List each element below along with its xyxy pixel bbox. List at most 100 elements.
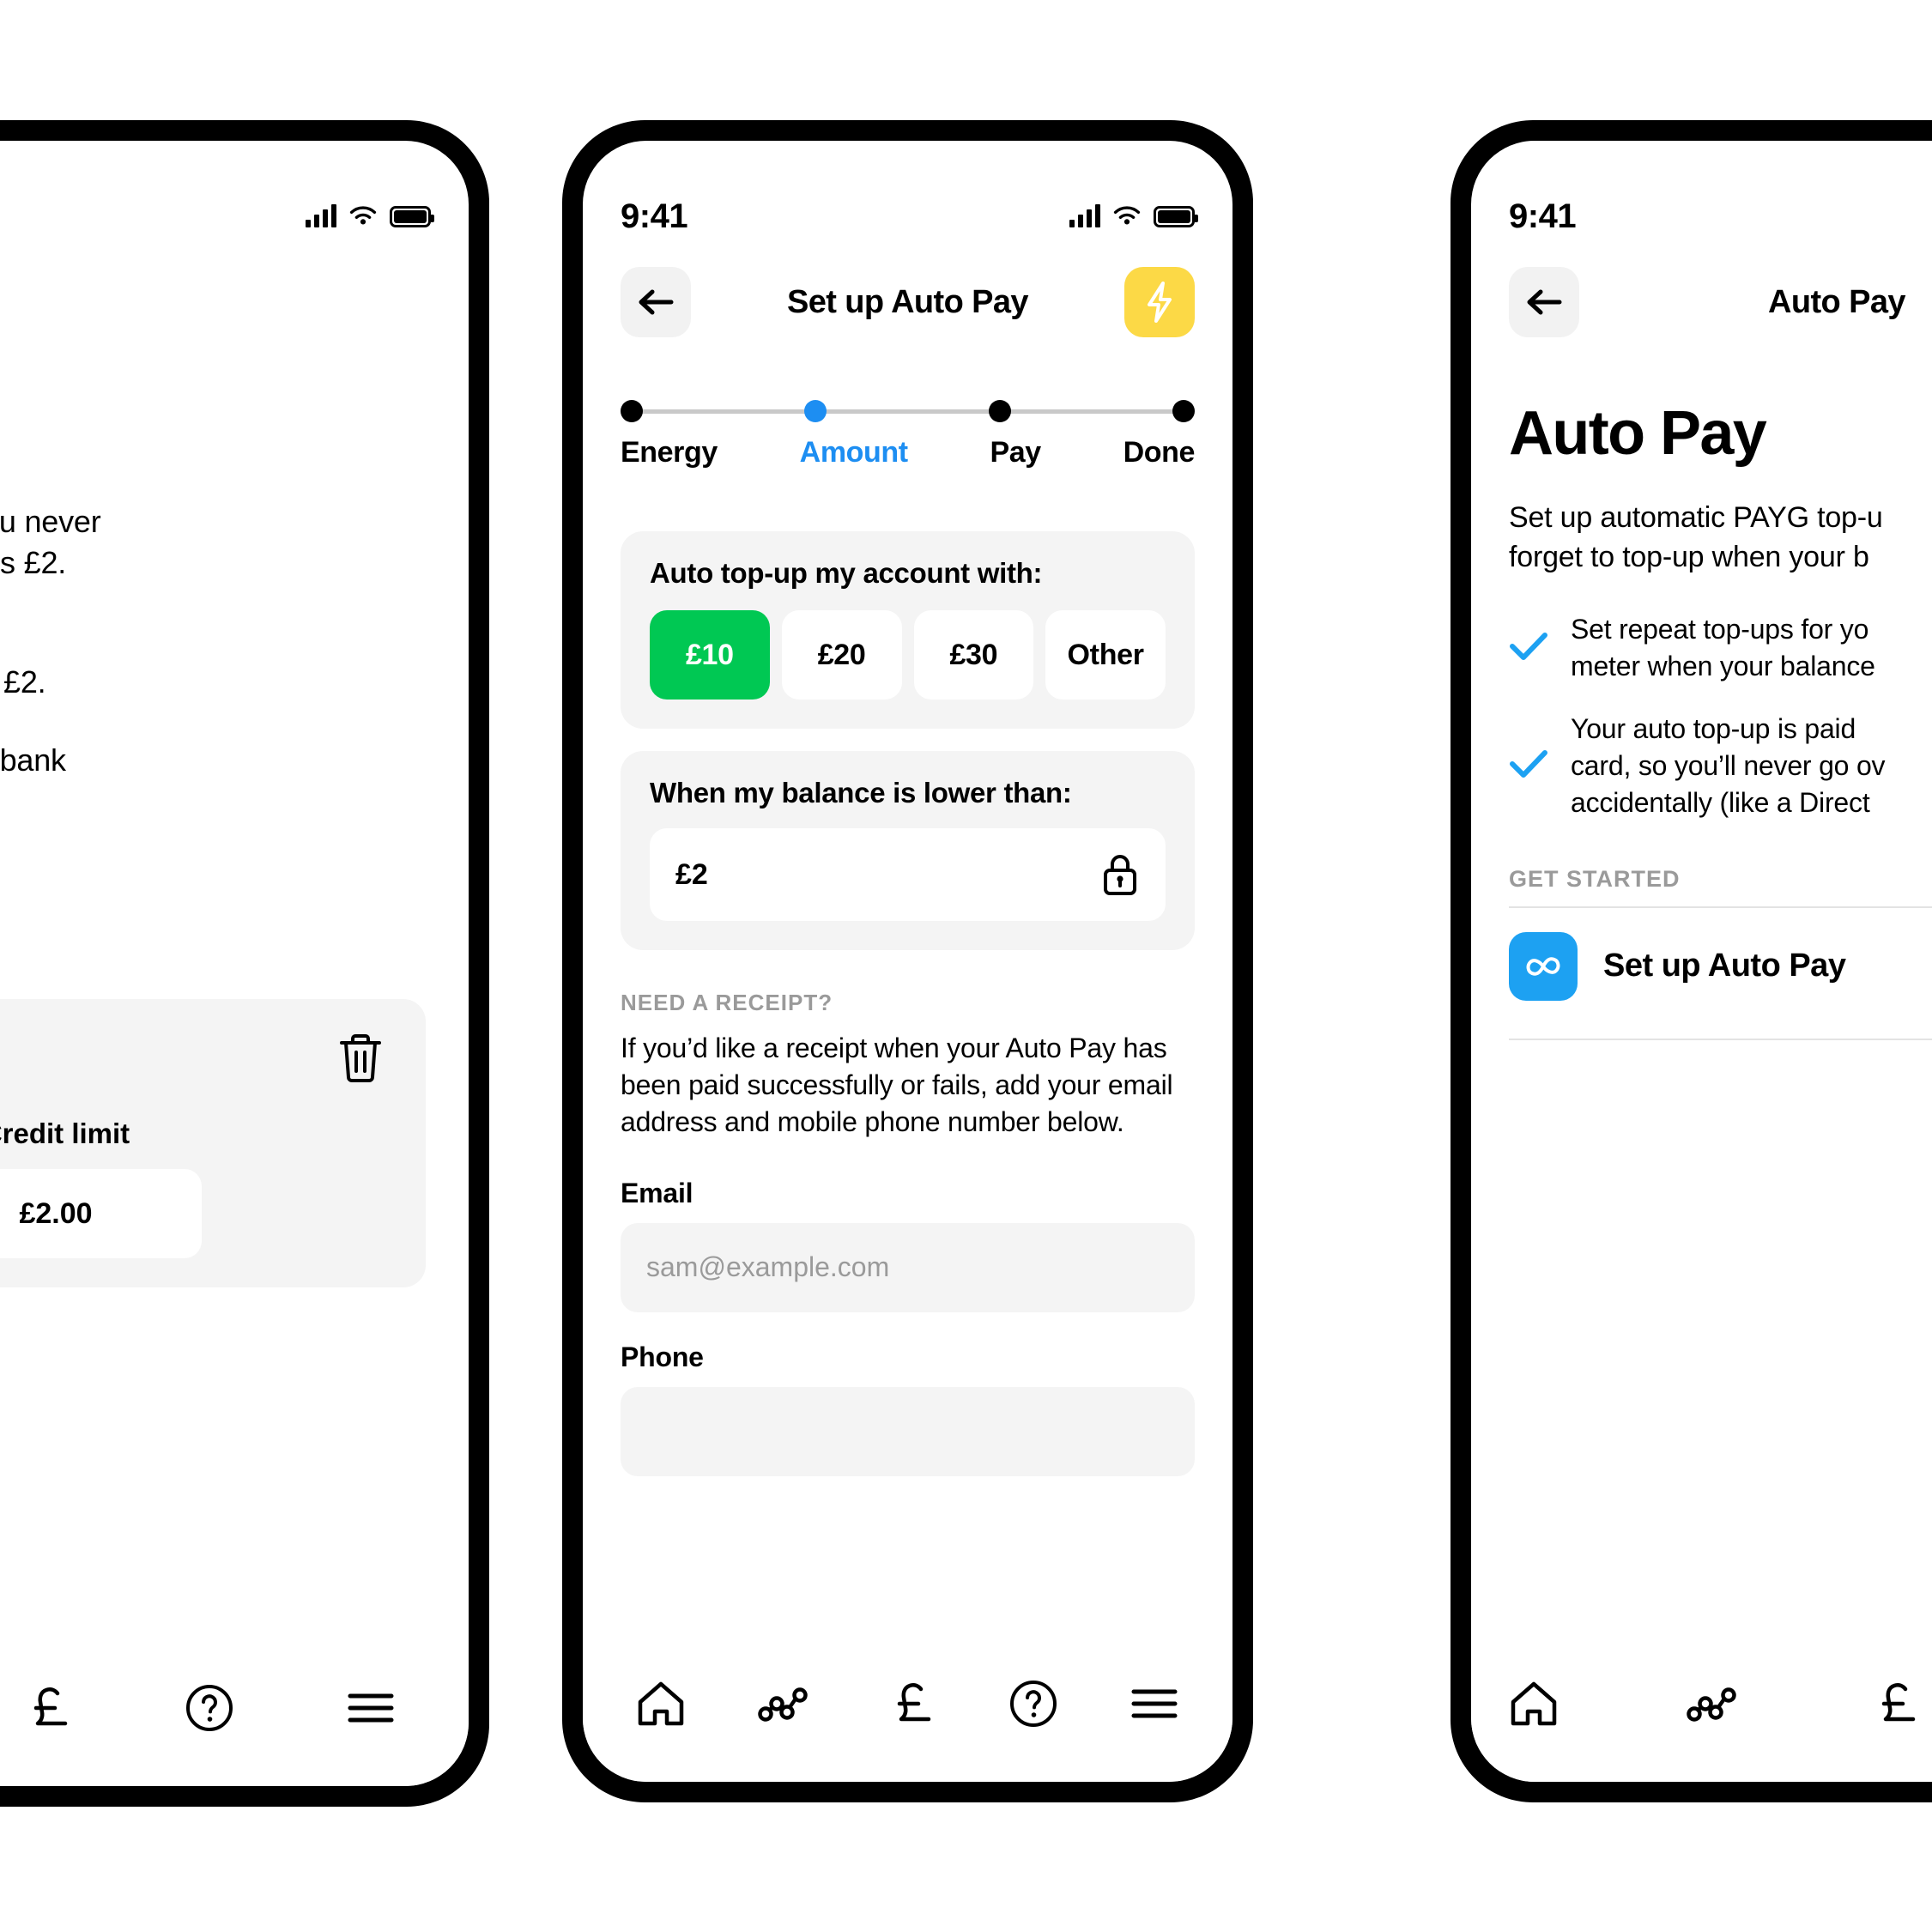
sidebar-item-payments[interactable] <box>1873 1679 1921 1733</box>
benefit-list: Set repeat top-ups for yo meter when you… <box>1509 611 1932 821</box>
phone-screen-middle: 9:41 Set up Auto Pay Energy Amount Pay D… <box>583 141 1232 1782</box>
intro-line: c PAYG top-ups so you never <box>0 504 101 539</box>
progress-stepper: Energy Amount Pay Done <box>621 398 1195 469</box>
check-icon <box>1509 748 1548 784</box>
balance-threshold-title: When my balance is lower than: <box>650 777 1072 809</box>
balance-threshold-value: £2 <box>675 857 708 891</box>
stepper-label-done[interactable]: Done <box>1123 436 1196 469</box>
quick-action-button[interactable] <box>1124 267 1195 337</box>
phone-screen-right: 9:41 Auto Pay Auto Pay Set up automatic … <box>1471 141 1932 1782</box>
sidebar-item-usage[interactable] <box>757 1683 817 1729</box>
amount-option-30[interactable]: £30 <box>913 610 1034 700</box>
nav-header-middle: Set up Auto Pay <box>583 251 1232 354</box>
amount-options: £10 £20 £30 Other <box>650 610 1166 700</box>
sidebar-item-menu[interactable] <box>346 1689 396 1731</box>
credit-limit-label: Credit limit <box>0 1117 130 1149</box>
battery-icon <box>1154 205 1198 227</box>
phone-mockup-middle: 9:41 Set up Auto Pay Energy Amount Pay D… <box>562 120 1253 1802</box>
sidebar-item-help[interactable] <box>1008 1679 1058 1733</box>
delete-button[interactable] <box>326 1023 395 1092</box>
stepper-dot-done[interactable] <box>1172 400 1195 422</box>
email-field[interactable]: sam@example.com <box>621 1222 1195 1312</box>
infinity-icon <box>1509 931 1578 1001</box>
signal-icon <box>306 204 336 227</box>
receipt-body: If you’d like a receipt when your Auto P… <box>621 1033 1173 1138</box>
bottom-nav-middle <box>583 1653 1232 1782</box>
signal-icon <box>1069 204 1100 227</box>
list-item: Your auto top-up is paid card, so you’ll… <box>1509 711 1932 821</box>
status-icons <box>306 204 434 227</box>
amount-option-20[interactable]: £20 <box>781 610 902 700</box>
lightning-bolt-icon <box>1148 282 1172 323</box>
page-title: Auto Pay <box>1768 283 1906 320</box>
page-title: Set up Auto Pay <box>787 283 1029 320</box>
stepper-label-energy[interactable]: Energy <box>621 436 718 469</box>
bullet-line: your balance reaches £2. <box>0 663 46 700</box>
help-icon <box>186 1684 233 1731</box>
phone-label: Phone <box>621 1341 704 1372</box>
stepper-dot-energy[interactable] <box>621 400 643 422</box>
bullet-line: o-up is paid with your bank <box>0 742 66 778</box>
back-button[interactable] <box>621 267 691 337</box>
email-placeholder: sam@example.com <box>646 1251 890 1283</box>
topup-amount-card: Auto top-up my account with: £10 £20 £30… <box>621 531 1195 729</box>
status-time: 9:41 <box>621 197 688 235</box>
amount-option-10[interactable]: £10 <box>650 610 770 700</box>
back-button[interactable] <box>1509 267 1579 337</box>
stepper-dots <box>621 400 1195 422</box>
wifi-icon <box>1113 206 1141 225</box>
menu-icon <box>1131 1689 1178 1717</box>
bullet-line: op-ups for your PAYG <box>0 621 427 662</box>
stepper-label-amount[interactable]: Amount <box>800 436 908 469</box>
divider <box>1509 1038 1932 1040</box>
nav-header-right: Auto Pay <box>1471 251 1932 354</box>
sidebar-item-help[interactable] <box>185 1683 234 1737</box>
sidebar-item-menu[interactable] <box>1130 1685 1179 1727</box>
check-icon <box>1509 631 1548 666</box>
get-started-eyebrow: GET STARTED <box>1509 865 1681 892</box>
stepper-dot-pay[interactable] <box>988 400 1011 422</box>
amount-option-other[interactable]: Other <box>1045 610 1166 700</box>
email-label: Email <box>621 1177 693 1208</box>
credit-limit-value[interactable]: £2.00 <box>0 1169 202 1258</box>
sidebar-item-home[interactable] <box>636 1680 686 1732</box>
phone-field[interactable] <box>621 1386 1195 1476</box>
back-arrow-icon <box>1527 289 1562 315</box>
status-bar-right: 9:41 <box>1471 141 1932 251</box>
stepper-label-pay[interactable]: Pay <box>990 436 1041 469</box>
bottom-nav-right <box>1471 1653 1932 1782</box>
receipt-section: NEED A RECEIPT? If you’d like a receipt … <box>621 990 1195 1476</box>
menu-icon <box>348 1693 394 1722</box>
sidebar-item-usage[interactable] <box>1686 1683 1746 1729</box>
bullet-line: ll never go overdrawn <box>0 781 427 822</box>
stepper-dot-amount[interactable] <box>804 400 827 422</box>
balance-threshold-card: When my balance is lower than: £2 <box>621 751 1195 950</box>
usage-chart-icon <box>758 1687 808 1722</box>
status-bar-left <box>0 141 469 251</box>
stepper-labels: Energy Amount Pay Done <box>621 436 1195 469</box>
status-time: 9:41 <box>1509 197 1577 235</box>
topup-amount-title: Auto top-up my account with: <box>650 557 1043 589</box>
receipt-eyebrow: NEED A RECEIPT? <box>621 990 833 1015</box>
trash-icon <box>340 1034 381 1082</box>
lock-icon <box>1104 855 1136 895</box>
bullet-line: (like a Direct Debit). <box>0 821 427 863</box>
screenshot-canvas: Auto Pay c PAYG top-ups so you never whe… <box>0 0 1932 1932</box>
usage-chart-icon <box>1687 1687 1736 1722</box>
balance-threshold-field[interactable]: £2 <box>650 828 1166 921</box>
sidebar-item-home[interactable] <box>1509 1680 1559 1732</box>
intro-line: when your balance hits £2. <box>0 544 67 580</box>
wifi-icon <box>349 206 377 225</box>
status-icons <box>1069 204 1198 227</box>
pound-icon <box>33 1687 68 1725</box>
sidebar-item-payments[interactable] <box>888 1679 936 1733</box>
stepper-track <box>621 398 1195 424</box>
battery-icon <box>390 205 434 227</box>
sidebar-item-payments[interactable] <box>25 1683 73 1737</box>
bottom-nav-left <box>0 1657 469 1786</box>
phone-mockup-left: Auto Pay c PAYG top-ups so you never whe… <box>0 120 489 1807</box>
back-arrow-icon <box>639 289 674 315</box>
list-item-setup-auto-pay[interactable]: Set up Auto Pay <box>1509 908 1932 1025</box>
heading: Auto Pay <box>1509 399 1767 468</box>
home-icon <box>1511 1681 1557 1725</box>
